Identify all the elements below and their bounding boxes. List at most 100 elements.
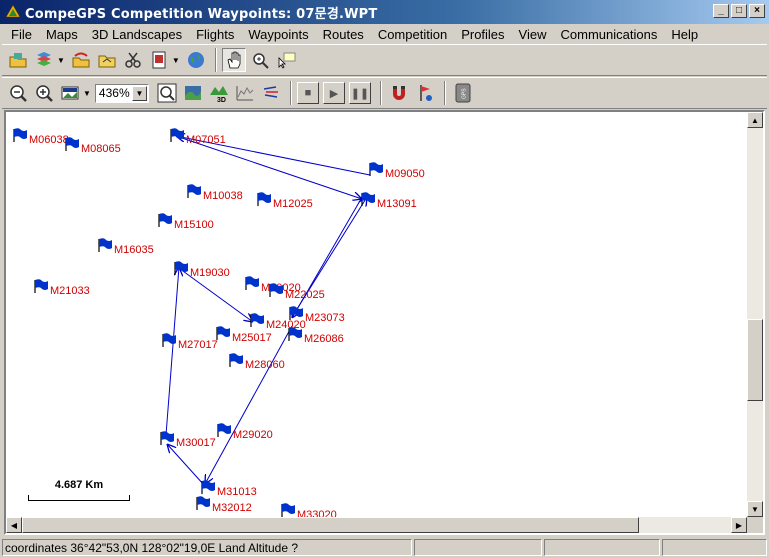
waypoint-marker[interactable]: M12025 [256, 191, 313, 210]
menu-3d-landscapes[interactable]: 3D Landscapes [85, 27, 189, 42]
waypoint-label: M25017 [232, 332, 272, 344]
toolbar-separator [289, 81, 292, 105]
waypoint-marker[interactable]: M33020 [280, 502, 337, 521]
zoom-out-icon [10, 85, 27, 102]
pan-hand-button[interactable] [221, 48, 246, 72]
picture-icon [61, 86, 79, 100]
scale-bar-line [28, 495, 130, 501]
waypoint-marker[interactable]: M15100 [157, 212, 214, 231]
zoom-window-button[interactable] [248, 48, 272, 72]
zoom-level-select[interactable]: 436% ▼ [94, 83, 149, 103]
open-map-button[interactable] [6, 48, 30, 72]
waypoint-marker[interactable]: M22025 [268, 282, 325, 301]
scroll-right-button[interactable]: ▶ [731, 517, 747, 533]
open-map-icon [9, 53, 27, 68]
scroll-up-button[interactable]: ▲ [747, 112, 763, 128]
stop-button[interactable]: ■ [296, 82, 319, 104]
scroll-left-button[interactable]: ◀ [6, 517, 22, 533]
zoom-out-button[interactable] [6, 81, 30, 105]
waypoint-label: M07051 [186, 134, 226, 146]
view-toolbar: ▼ 436% ▼ 3D ■ ▶ ❚❚ GPS [2, 77, 767, 109]
menu-file[interactable]: File [4, 27, 39, 42]
waypoint-marker[interactable]: M07051 [169, 127, 226, 146]
flag-icon [201, 480, 215, 494]
track-tool-button[interactable] [259, 81, 283, 105]
waypoint-marker[interactable]: M31013 [200, 479, 257, 498]
minimize-button[interactable]: _ [713, 4, 729, 18]
menu-help[interactable]: Help [664, 27, 705, 42]
menu-view[interactable]: View [512, 27, 554, 42]
gps-button[interactable]: GPS [451, 81, 475, 105]
open-flight-button[interactable] [69, 48, 93, 72]
flag-icon [245, 276, 259, 290]
competition-dropdown-arrow[interactable]: ▼ [172, 56, 180, 65]
horizontal-scrollbar[interactable]: ◀ ▶ [6, 517, 747, 533]
vertical-scrollbar[interactable]: ▲ ▼ [747, 112, 763, 517]
waypoint-marker[interactable]: M08065 [64, 136, 121, 155]
maximize-button[interactable]: □ [731, 4, 747, 18]
altitude-profile-button[interactable] [233, 81, 257, 105]
waypoint-marker[interactable]: M30017 [159, 430, 216, 449]
waypoint-marker[interactable]: M10038 [186, 183, 243, 202]
magnet-button[interactable] [387, 81, 411, 105]
flag-icon [174, 261, 188, 275]
menu-competition[interactable]: Competition [371, 27, 454, 42]
fit-view-dropdown-arrow[interactable]: ▼ [83, 89, 91, 98]
search-map-button[interactable] [155, 81, 179, 105]
waypoint-marker[interactable]: M09050 [368, 161, 425, 180]
profile-chart-icon [236, 86, 254, 101]
menu-routes[interactable]: Routes [316, 27, 371, 42]
beacon-button[interactable] [413, 81, 437, 105]
globe-icon [187, 52, 204, 68]
waypoint-marker[interactable]: M29020 [216, 422, 273, 441]
waypoint-marker[interactable]: M06038 [12, 127, 69, 146]
flag-icon [257, 192, 271, 206]
waypoint-marker[interactable]: M25017 [215, 325, 272, 344]
globe-button[interactable] [184, 48, 208, 72]
magnet-icon [392, 86, 405, 100]
competition-button[interactable] [147, 48, 171, 72]
waypoint-marker[interactable]: M19030 [173, 260, 230, 279]
waypoint-marker[interactable]: M13091 [360, 191, 417, 210]
waypoint-marker[interactable]: M27017 [161, 332, 218, 351]
menu-flights[interactable]: Flights [189, 27, 241, 42]
waypoint-marker[interactable]: M28060 [228, 352, 285, 371]
menu-communications[interactable]: Communications [554, 27, 665, 42]
zoom-in-button[interactable] [32, 81, 56, 105]
waypoint-label: M15100 [174, 219, 214, 231]
menu-waypoints[interactable]: Waypoints [241, 27, 315, 42]
waypoint-marker[interactable]: M16035 [97, 237, 154, 256]
close-button[interactable]: × [749, 4, 765, 18]
horizontal-scroll-thumb[interactable] [22, 517, 639, 533]
coordinates-status: coordinates 36°42"53,0N 128°02"19,0E Lan… [2, 539, 412, 556]
fit-view-button[interactable] [58, 81, 82, 105]
terrain-view-button[interactable] [181, 81, 205, 105]
waypoints-icon [98, 55, 116, 68]
main-toolbar: ▼ ▼ [2, 44, 767, 76]
waypoint-label: M29020 [233, 429, 273, 441]
tooltip-pointer-icon [278, 52, 296, 69]
play-button[interactable]: ▶ [322, 82, 345, 104]
chevron-down-icon[interactable]: ▼ [131, 85, 147, 101]
pause-button[interactable]: ❚❚ [348, 82, 371, 104]
menu-profiles[interactable]: Profiles [454, 27, 511, 42]
waypoint-marker[interactable]: M21033 [33, 278, 90, 297]
menu-maps[interactable]: Maps [39, 27, 85, 42]
track-arrows-icon [263, 86, 278, 98]
map-tools-dropdown-arrow[interactable]: ▼ [57, 56, 65, 65]
document-icon [152, 51, 166, 69]
waypoint-marker[interactable]: M32012 [195, 495, 252, 514]
flag-icon [369, 162, 383, 176]
map-tools-button[interactable] [32, 48, 56, 72]
waypoint-label: M21033 [50, 285, 90, 297]
vertical-scroll-thumb[interactable] [747, 319, 763, 401]
flag-icon [158, 213, 172, 227]
3d-view-button[interactable]: 3D [207, 81, 231, 105]
routes-button[interactable] [121, 48, 145, 72]
info-pointer-button[interactable] [274, 48, 298, 72]
waypoint-label: M28060 [245, 359, 285, 371]
waypoint-marker[interactable]: M26086 [287, 326, 344, 345]
waypoints-button[interactable] [95, 48, 119, 72]
scroll-down-button[interactable]: ▼ [747, 501, 763, 517]
map-canvas[interactable]: M06038 M08065 M07051 M09050 M10038 M1202… [6, 112, 747, 521]
